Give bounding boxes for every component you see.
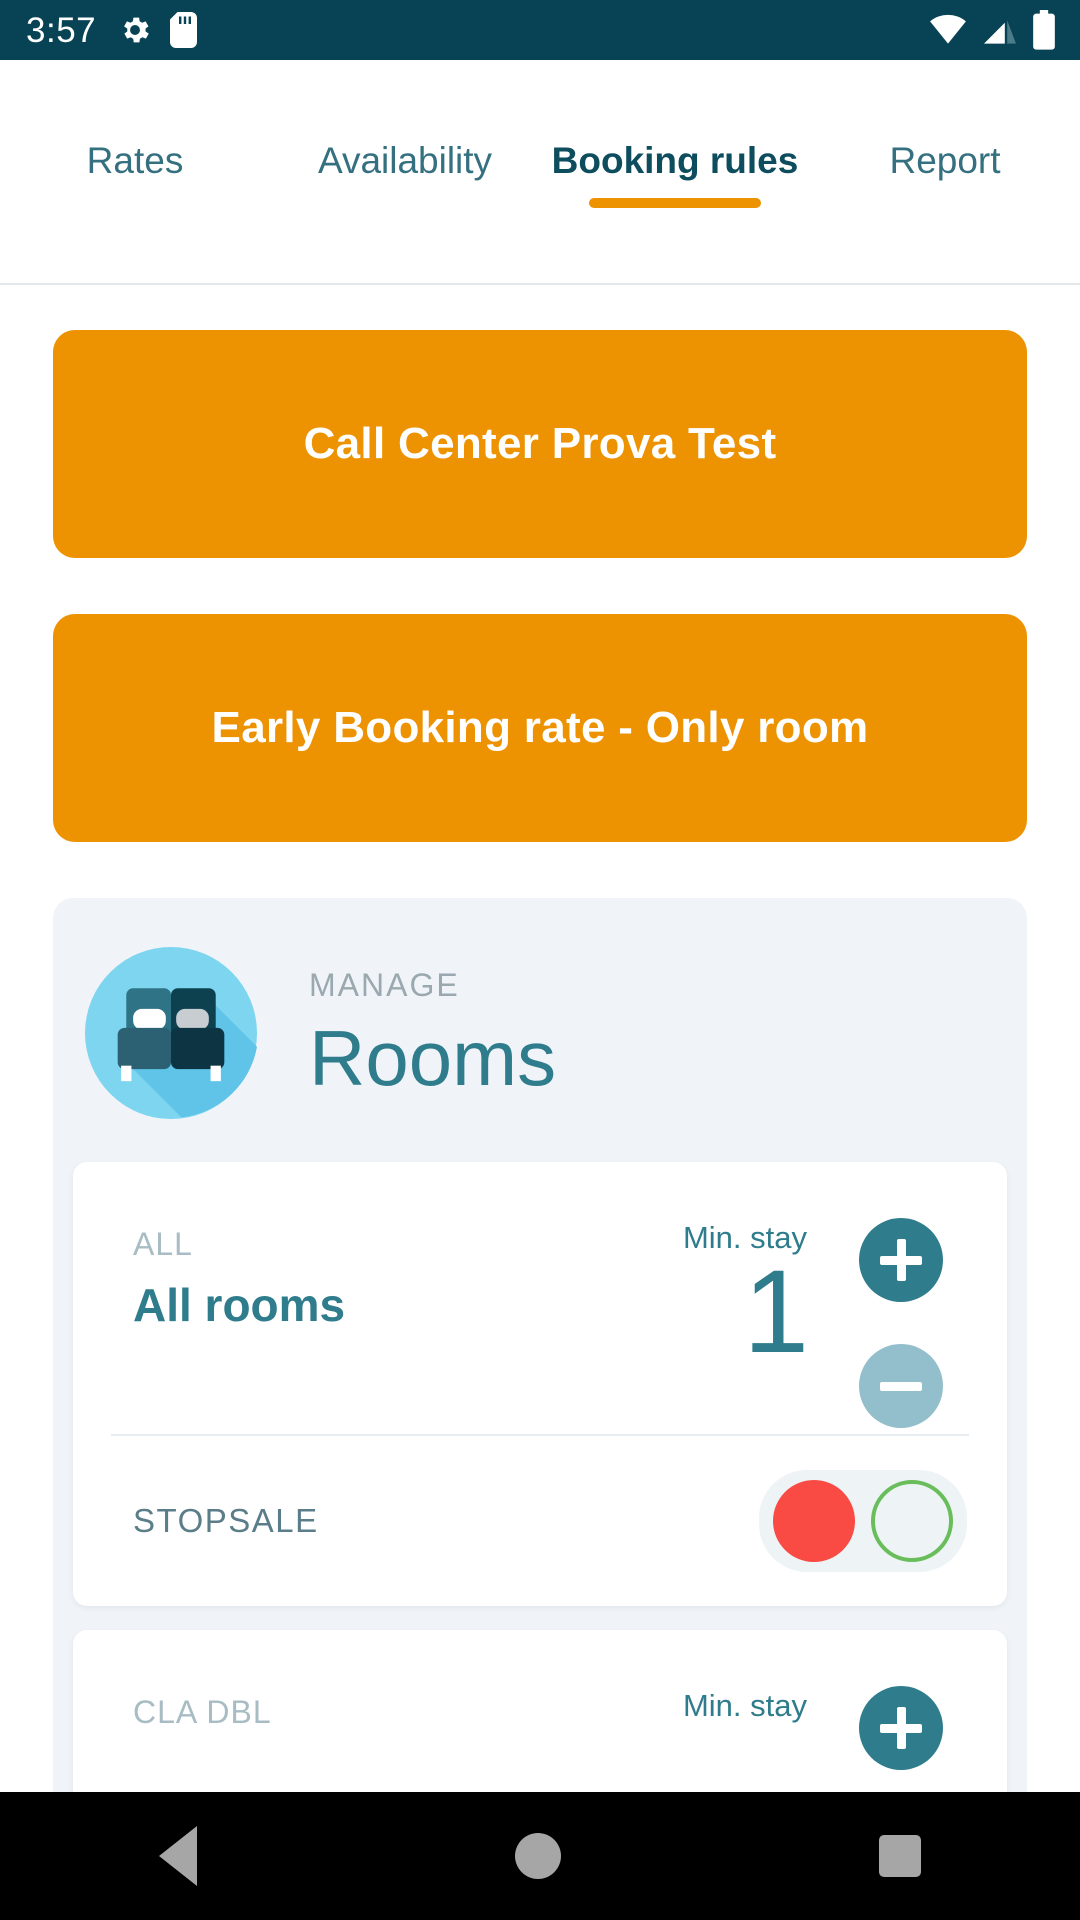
tab-report-label: Report [889,140,1001,181]
bed-icon [85,947,257,1119]
wifi-icon [930,14,966,44]
min-stay-group-cla-dbl: Min. stay [553,1686,829,1721]
min-stay-steppers-all [829,1218,973,1428]
tab-booking-rules[interactable]: Booking rules [540,98,810,208]
tab-list: Rates Availability Booking rules Report [0,60,1080,220]
content-area: Call Center Prova Test Early Booking rat… [0,285,1080,1920]
tab-report[interactable]: Report [810,98,1080,182]
room-card-all: ALL All rooms Min. stay 1 STOPSALE [73,1162,1007,1606]
manage-rooms-section: MANAGE Rooms ALL All rooms Min. stay 1 S… [53,898,1027,1902]
rate-plan-banner-early-booking[interactable]: Early Booking rate - Only room [53,614,1027,842]
status-bar-clock: 3:57 [26,10,97,50]
min-stay-steppers-cla-dbl [829,1686,973,1770]
app-screen: 3:57 Rates Availability Booking rules Re… [0,0,1080,1920]
home-icon[interactable] [515,1833,561,1879]
status-bar-system-icons [928,10,1056,50]
stopsale-on-option[interactable] [773,1480,855,1562]
min-stay-group-all: Min. stay 1 [553,1218,829,1378]
back-icon[interactable] [159,1826,197,1886]
sd-card-icon [170,12,198,48]
room-card-all-main: ALL All rooms Min. stay 1 [73,1162,1007,1434]
rate-plan-banner-call-center-label: Call Center Prova Test [303,419,777,468]
tab-availability-label: Availability [317,140,493,181]
room-card-all-identity: ALL All rooms [133,1218,553,1328]
manage-rooms-text: MANAGE Rooms [309,969,556,1097]
increase-min-stay-button-all[interactable] [859,1218,943,1302]
decrease-min-stay-button-all[interactable] [859,1344,943,1428]
min-stay-value-all: 1 [743,1246,809,1378]
room-code-all: ALL [133,1226,193,1262]
room-code-cla-dbl: CLA DBL [133,1694,272,1730]
tab-rates-label: Rates [86,140,184,181]
manage-title: Rooms [309,1014,557,1102]
room-card-cla-dbl-identity: CLA DBL [133,1686,553,1728]
tab-availability[interactable]: Availability [270,98,540,182]
battery-icon [1033,10,1055,50]
status-bar: 3:57 [0,0,1080,60]
tab-rates[interactable]: Rates [0,98,270,182]
tab-bar: Rates Availability Booking rules Report [0,60,1080,285]
plus-icon-vertical [896,1239,906,1281]
manage-kicker: MANAGE [309,967,460,1003]
min-stay-label-cla-dbl: Min. stay [682,1688,807,1723]
tab-booking-rules-label: Booking rules [551,140,799,181]
status-bar-notification-icons [118,12,198,48]
minus-icon [880,1381,922,1391]
plus-icon-vertical [896,1707,906,1749]
rate-plan-banner-call-center[interactable]: Call Center Prova Test [53,330,1027,558]
stopsale-label-all: STOPSALE [133,1502,319,1539]
gear-icon [124,17,149,43]
signal-icon [984,20,1016,44]
rate-plan-banner-early-booking-label: Early Booking rate - Only room [211,703,869,752]
active-tab-indicator [589,198,761,208]
android-navigation-bar [0,1792,1080,1920]
stopsale-toggle-all[interactable] [759,1470,967,1572]
manage-rooms-header: MANAGE Rooms [53,928,1027,1138]
stopsale-row-all: STOPSALE [73,1436,1007,1606]
recents-icon[interactable] [879,1835,921,1877]
stopsale-off-option[interactable] [871,1480,953,1562]
room-name-all: All rooms [133,1279,346,1331]
increase-min-stay-button-cla-dbl[interactable] [859,1686,943,1770]
